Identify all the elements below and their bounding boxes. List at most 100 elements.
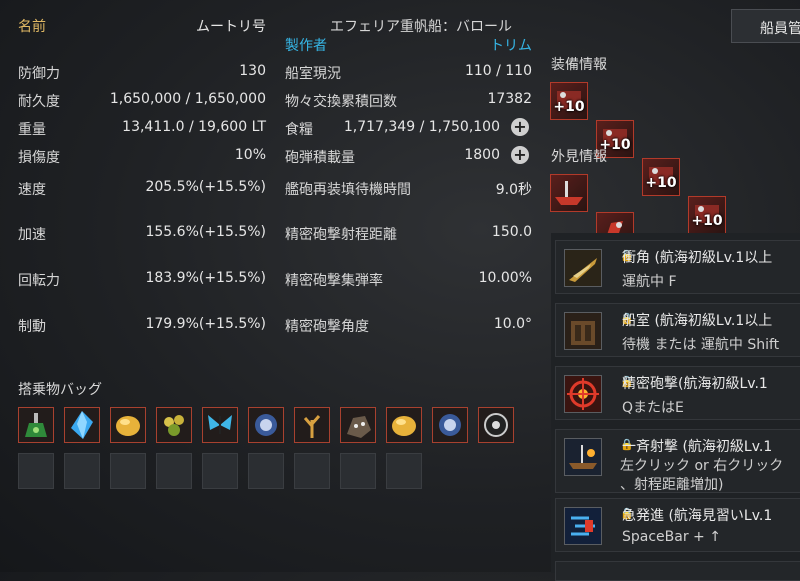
stat-value-barter: 17382 [487,91,532,107]
skill-keybind: 運航中 F [622,274,677,290]
stat-label-turning: 回転力 [18,273,60,289]
empty-cargo-slot[interactable] [64,453,100,489]
stat-label-cabin: 船室現況 [285,66,341,82]
equipment-slot[interactable]: +10 [550,82,588,120]
stat-value-acceleration: 155.6%(+15.5%) [145,224,266,240]
add-food-button[interactable]: + [511,118,529,136]
stat-label-damage: 損傷度 [18,150,60,166]
stat-value-cannonballs: 1800 [464,147,500,163]
compass-rose-icon [484,413,508,437]
enhance-level: +10 [645,175,677,191]
skill-item[interactable]: 🔒 一斉射撃 (航海初級Lv.1 左クリック or 右クリック 、射程距離増加) [555,429,800,493]
skill-item[interactable]: 🔒 急発進 (航海見習いLv.1 SpaceBar + ↑ [555,498,800,552]
flask-icon [25,413,47,437]
cargo-slot[interactable] [64,407,100,443]
stat-label-weight: 重量 [18,122,46,138]
stat-label-braking: 制動 [18,319,46,335]
enhance-level: +10 [553,99,585,115]
stat-label-acceleration: 加速 [18,227,46,243]
stat-value-speed: 205.5%(+15.5%) [145,179,266,195]
maker-label: 製作者 [285,38,327,54]
appearance-slot[interactable] [550,174,588,212]
skill-keybind-detail: 、射程距離増加) [620,477,724,493]
empty-cargo-slot[interactable] [18,453,54,489]
empty-cargo-slot[interactable] [202,453,238,489]
empty-cargo-slot[interactable] [248,453,284,489]
ship-type: エフェリア重帆船：バロール [330,19,512,35]
stat-label-angle: 精密砲撃角度 [285,319,369,335]
skill-item[interactable]: 🔒 船室 (航海初級Lv.1以上 待機 または 運航中 Shift [555,303,800,357]
crew-manage-label: 船員管 [760,21,800,37]
cabin-skill-icon [564,312,602,350]
blue-crystal-icon [71,411,93,439]
skill-item[interactable]: 🔒 精密砲撃(航海初級Lv.1 QまたはE [555,366,800,420]
cargo-slot[interactable] [294,407,330,443]
broadside-skill-icon [564,438,602,476]
equipment-slot[interactable]: +10 [642,158,680,196]
cargo-slot[interactable] [478,407,514,443]
stat-label-range: 精密砲撃射程距離 [285,227,397,243]
cargo-slot[interactable] [386,407,422,443]
skill-name: 急発進 (航海見習いLv.1 [622,508,773,524]
cargo-slot[interactable] [202,407,238,443]
stat-label-accuracy: 精密砲撃集弾率 [285,273,383,289]
empty-cargo-slot[interactable] [110,453,146,489]
skill-keybind: QまたはE [622,400,684,416]
cargo-slot[interactable] [156,407,192,443]
herb-icon [164,415,184,436]
target-skill-icon [564,375,602,413]
stat-value-weight: 13,411.0 / 19,600 LT [122,119,266,135]
skill-keybind: SpaceBar + ↑ [622,529,721,545]
coral-icon [303,415,321,438]
stat-value-durability: 1,650,000 / 1,650,000 [109,91,266,107]
skill-item[interactable]: 🔒 衝角 (航海初級Lv.1以上 運航中 F [555,240,800,294]
enhance-level: +10 [691,213,723,229]
ram-skill-icon [564,249,602,287]
skill-name: 一斉射撃 (航海初級Lv.1 [622,439,773,455]
stat-value-turning: 183.9%(+15.5%) [145,270,266,286]
stat-label-durability: 耐久度 [18,94,60,110]
stat-value-accuracy: 10.00% [478,270,532,286]
add-cannonball-button[interactable]: + [511,146,529,164]
skill-keybind: 左クリック or 右クリック [620,458,784,474]
stat-label-barter: 物々交換累積回数 [285,94,397,110]
butterfly-icon [208,415,232,434]
name-label: 名前 [18,19,46,35]
cargo-slot[interactable] [248,407,284,443]
cargo-slot[interactable] [18,407,54,443]
stat-value-damage: 10% [234,147,266,163]
shell-icon [255,414,277,436]
empty-cargo-slot[interactable] [294,453,330,489]
ship-hull-icon [555,181,583,205]
stat-label-cannonballs: 砲弾積載量 [285,150,355,166]
cargo-title: 搭乗物バッグ [18,382,102,398]
stat-value-defense: 130 [239,63,266,79]
dash-skill-icon [564,507,602,545]
skill-item-partial[interactable] [555,561,800,581]
stat-value-range: 150.0 [491,224,532,240]
crew-manage-button[interactable]: 船員管 [731,9,800,43]
ore-icon [347,416,371,438]
equipment-title: 装備情報 [551,57,607,73]
cargo-slot[interactable] [110,407,146,443]
empty-cargo-slot[interactable] [386,453,422,489]
cargo-slot[interactable] [340,407,376,443]
stat-value-reload: 9.0秒 [495,182,532,198]
skill-keybind: 待機 または 運航中 Shift [622,337,780,353]
appearance-title: 外見情報 [551,149,607,165]
equipment-slot[interactable]: +10 [688,196,726,234]
stat-value-food: 1,717,349 / 1,750,100 [343,119,500,135]
maker-name: トリム [490,38,532,54]
skill-name: 精密砲撃(航海初級Lv.1 [622,376,768,392]
stat-label-speed: 速度 [18,182,46,198]
gold-ingot-icon [116,416,140,436]
shell-icon [439,414,461,436]
gold-ingot-icon [392,416,416,436]
cargo-slot[interactable] [432,407,468,443]
skill-name: 衝角 (航海初級Lv.1以上 [622,250,773,266]
empty-cargo-slot[interactable] [156,453,192,489]
stat-value-cabin: 110 / 110 [464,63,532,79]
stat-value-braking: 179.9%(+15.5%) [145,316,266,332]
stat-value-angle: 10.0° [493,316,532,332]
empty-cargo-slot[interactable] [340,453,376,489]
